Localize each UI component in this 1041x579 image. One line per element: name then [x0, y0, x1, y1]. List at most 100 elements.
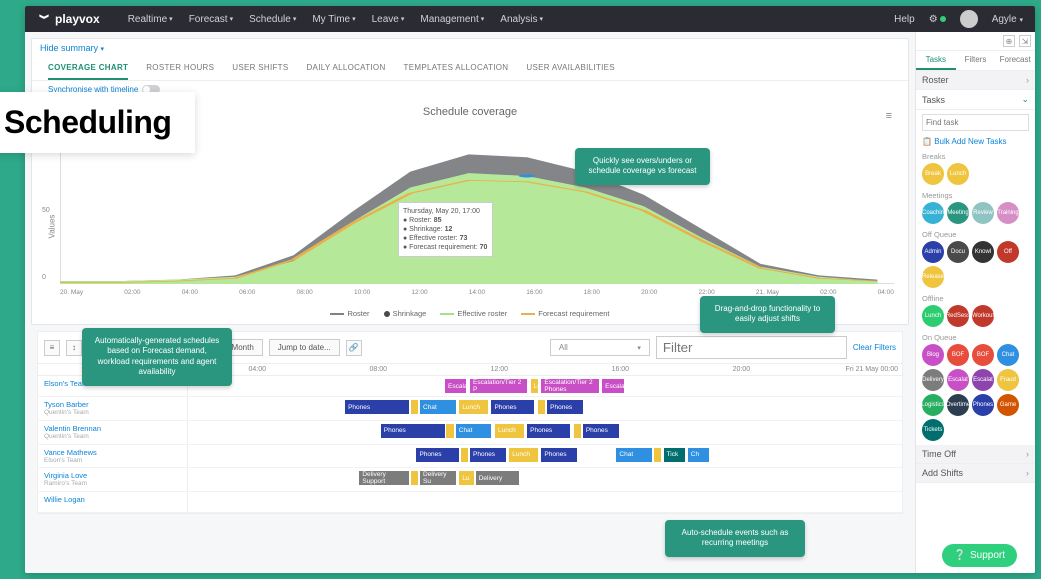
task-chip[interactable]: Off [997, 241, 1019, 263]
gear-icon[interactable]: ⚙ [929, 14, 946, 25]
task-chip[interactable]: Meeting [947, 202, 969, 224]
shift-bar[interactable]: Lu [459, 471, 473, 485]
tab-tasks[interactable]: Tasks [916, 51, 956, 70]
shift-bar[interactable] [654, 448, 661, 462]
nav-schedule[interactable]: Schedule▾ [249, 14, 296, 25]
shift-bar[interactable]: Lunch [509, 448, 538, 462]
task-chip[interactable]: Game [997, 394, 1019, 416]
row-name[interactable]: Tyson BarberQuentin's Team [38, 397, 188, 420]
shift-bar[interactable] [538, 400, 545, 414]
task-chip[interactable]: Lunch [922, 305, 944, 327]
find-task-input[interactable] [922, 114, 1029, 131]
filter-input[interactable] [656, 336, 847, 359]
shift-bar[interactable]: Escalation [445, 379, 466, 393]
gantt-lane[interactable]: PhonesChatLunchPhonesPhones [188, 397, 902, 417]
shift-bar[interactable]: Phones [470, 448, 506, 462]
nav-analysis[interactable]: Analysis▾ [500, 14, 543, 25]
nav-management[interactable]: Management▾ [420, 14, 484, 25]
shift-bar[interactable]: Chat [456, 424, 492, 438]
task-chip[interactable]: Docu [947, 241, 969, 263]
task-chip[interactable]: Escalat [972, 369, 994, 391]
shift-bar[interactable]: Phones [527, 424, 570, 438]
tab-filters[interactable]: Filters [956, 51, 996, 70]
chart-menu-icon[interactable]: ≡ [886, 110, 892, 122]
gantt-lane[interactable]: Delivery Support Delivery SuLuDelivery [188, 468, 902, 488]
task-chip[interactable]: Logistics [922, 394, 944, 416]
task-chip[interactable]: Knowl [972, 241, 994, 263]
row-name[interactable]: Valentin BrennanQuentin's Team [38, 421, 188, 444]
task-chip[interactable]: Tickets [922, 419, 944, 441]
task-chip[interactable]: Admin [922, 241, 944, 263]
section-timeoff[interactable]: Time Off› [916, 445, 1035, 464]
shift-bar[interactable]: Lun [531, 379, 538, 393]
shift-bar[interactable]: Phones [381, 424, 445, 438]
hide-summary-link[interactable]: Hide summary ▾ [32, 39, 908, 57]
shift-bar[interactable]: Delivery Su [420, 471, 456, 485]
tab-user-availabilities[interactable]: USER AVAILABILITIES [526, 57, 615, 80]
shift-bar[interactable]: Delivery [476, 471, 519, 485]
section-roster[interactable]: Roster› [916, 71, 1035, 90]
gantt-lane[interactable]: PhonesChatLunchPhonesPhones [188, 421, 902, 441]
shift-bar[interactable]: Ch [688, 448, 709, 462]
clear-filters-link[interactable]: Clear Filters [853, 343, 896, 352]
sidebar-expand-icon[interactable]: ⇲ [1019, 35, 1031, 47]
tab-daily-allocation[interactable]: DAILY ALLOCATION [306, 57, 385, 80]
shift-bar[interactable] [574, 424, 581, 438]
shift-bar[interactable]: Phones [416, 448, 459, 462]
gantt-lane[interactable]: PhonesPhonesLunchPhonesChatTickCh [188, 445, 902, 465]
nav-mytime[interactable]: My Time▾ [312, 14, 355, 25]
tab-forecast[interactable]: Forecast [995, 51, 1035, 70]
nav-realtime[interactable]: Realtime▾ [128, 14, 173, 25]
bulk-add-link[interactable]: 📋 Bulk Add New Tasks [922, 137, 1029, 146]
filter-select[interactable]: All▾ [550, 339, 650, 356]
avatar[interactable] [960, 10, 978, 28]
shift-bar[interactable]: Phones [345, 400, 409, 414]
row-name[interactable]: Willie Logan [38, 492, 188, 512]
sidebar-collapse-icon[interactable]: ⊕ [1003, 35, 1015, 47]
task-chip[interactable]: Phones [972, 394, 994, 416]
shift-bar[interactable] [411, 471, 418, 485]
shift-bar[interactable]: Tick [664, 448, 685, 462]
nav-forecast[interactable]: Forecast▾ [189, 14, 233, 25]
task-chip[interactable]: Blog [922, 344, 944, 366]
task-chip[interactable]: Delivery [922, 369, 944, 391]
shift-bar[interactable]: Phones [547, 400, 583, 414]
row-name[interactable]: Vance MathewsElson's Team [38, 445, 188, 468]
shift-bar[interactable]: Lunch [459, 400, 488, 414]
tab-templates-allocation[interactable]: TEMPLATES ALLOCATION [404, 57, 509, 80]
task-chip[interactable]: Fraud [997, 369, 1019, 391]
user-menu[interactable]: Agyle ▾ [992, 14, 1023, 25]
help-link[interactable]: Help [894, 14, 915, 25]
link-icon[interactable]: 🔗 [346, 340, 362, 356]
task-chip[interactable]: Lunch [947, 163, 969, 185]
tab-roster-hours[interactable]: ROSTER HOURS [146, 57, 214, 80]
tool-icon[interactable]: ↕ [66, 340, 82, 356]
row-name[interactable]: Virginia LoveRamiro's Team [38, 468, 188, 491]
shift-bar[interactable]: Escalation/Tier 2 P [470, 379, 527, 393]
gantt-lane[interactable]: Escalation Escalation/Tier 2 P LunEscalati… [188, 376, 902, 396]
shift-bar[interactable]: Escala [602, 379, 623, 393]
nav-leave[interactable]: Leave▾ [372, 14, 405, 25]
task-chip[interactable]: Training [997, 202, 1019, 224]
task-chip[interactable]: BOF [947, 344, 969, 366]
task-chip[interactable]: BOF [972, 344, 994, 366]
tab-coverage-chart[interactable]: COVERAGE CHART [48, 57, 128, 80]
shift-bar[interactable]: Phones [583, 424, 619, 438]
section-addshifts[interactable]: Add Shifts› [916, 464, 1035, 483]
shift-bar[interactable]: Chat [420, 400, 456, 414]
task-chip[interactable]: Release [922, 266, 944, 288]
gantt-lane[interactable] [188, 492, 902, 512]
task-chip[interactable]: Review [972, 202, 994, 224]
shift-bar[interactable]: Delivery Support [359, 471, 409, 485]
task-chip[interactable]: RedSess [947, 305, 969, 327]
task-chip[interactable]: Break [922, 163, 944, 185]
tab-user-shifts[interactable]: USER SHIFTS [232, 57, 288, 80]
task-chip[interactable]: Chat [997, 344, 1019, 366]
tool-icon[interactable]: ≡ [44, 340, 60, 356]
task-chip[interactable]: Overtime [947, 394, 969, 416]
jump-to-date-button[interactable]: Jump to date... [269, 339, 340, 356]
shift-bar[interactable] [446, 424, 453, 438]
shift-bar[interactable]: Chat [616, 448, 652, 462]
shift-bar[interactable]: Escalation/Tier 2 Phones [541, 379, 598, 393]
task-chip[interactable]: Workout [972, 305, 994, 327]
